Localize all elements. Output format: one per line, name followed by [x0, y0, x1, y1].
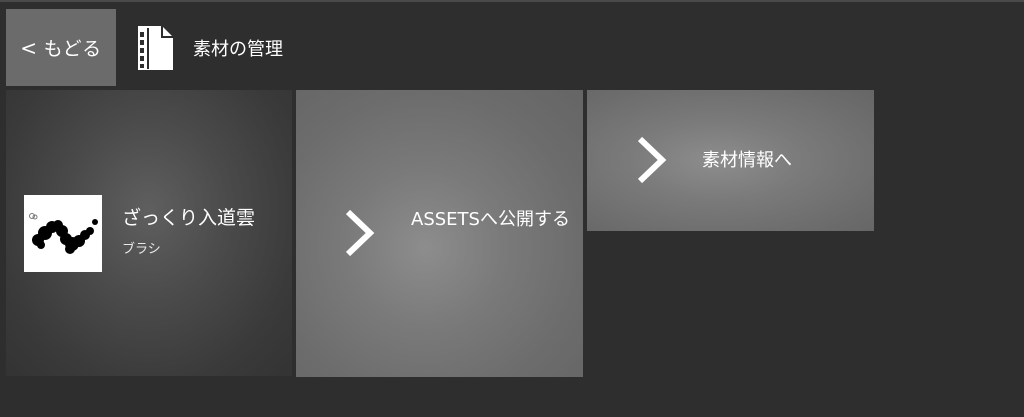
back-label: もどる [43, 38, 102, 60]
chevron-right-icon [345, 209, 375, 257]
publish-to-assets-button[interactable]: ASSETSへ公開する [296, 90, 583, 377]
back-button[interactable]: < もどる [6, 9, 116, 86]
document-icon [138, 26, 173, 70]
header: < もどる 素材の管理 [0, 2, 1024, 88]
page-title: 素材の管理 [193, 39, 283, 60]
back-chevron: < [20, 35, 38, 60]
asset-name: ざっくり入道雲 [122, 207, 256, 229]
asset-tile: ざっくり入道雲 ブラシ [6, 90, 292, 376]
publish-label: ASSETSへ公開する [411, 209, 570, 230]
asset-thumbnail [24, 195, 102, 272]
info-label: 素材情報へ [702, 150, 792, 171]
asset-info-button[interactable]: 素材情報へ [587, 90, 874, 231]
chevron-right-icon [637, 136, 667, 184]
asset-type: ブラシ [122, 242, 161, 257]
cloud-brush-thumbnail [29, 213, 98, 254]
